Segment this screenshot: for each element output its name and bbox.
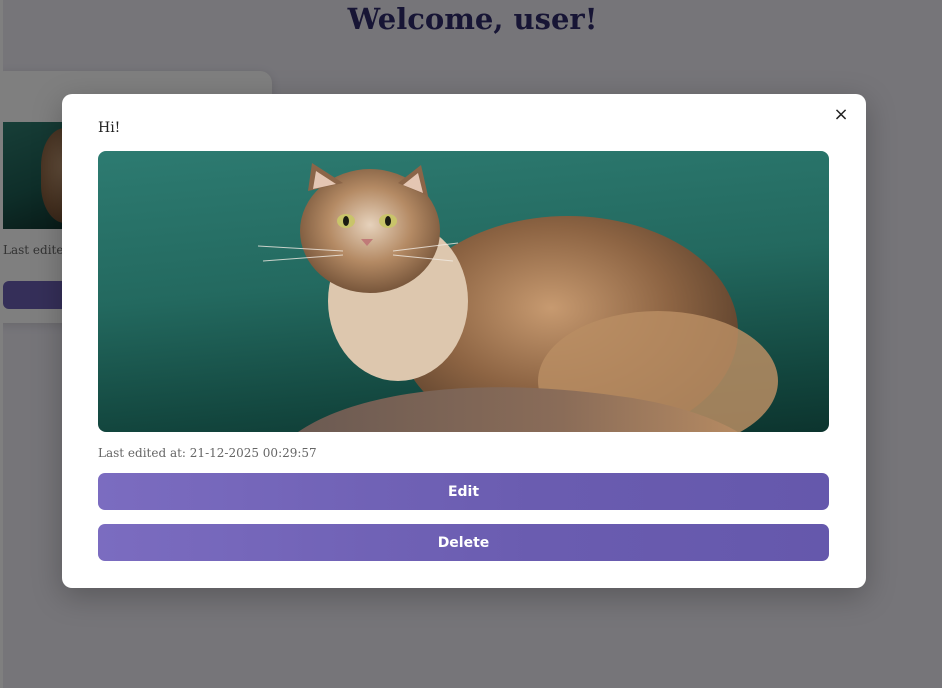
delete-button[interactable]: Delete bbox=[98, 524, 829, 561]
close-icon[interactable]: × bbox=[830, 104, 852, 126]
last-edited-text: Last edited at: 21-12-2025 00:29:57 bbox=[98, 446, 317, 460]
note-modal: × Hi! Last edited at: 21-12-2025 00:29:5… bbox=[62, 94, 866, 588]
cat-photo bbox=[98, 151, 829, 432]
modal-title: Hi! bbox=[98, 120, 121, 136]
edit-button[interactable]: Edit bbox=[98, 473, 829, 510]
